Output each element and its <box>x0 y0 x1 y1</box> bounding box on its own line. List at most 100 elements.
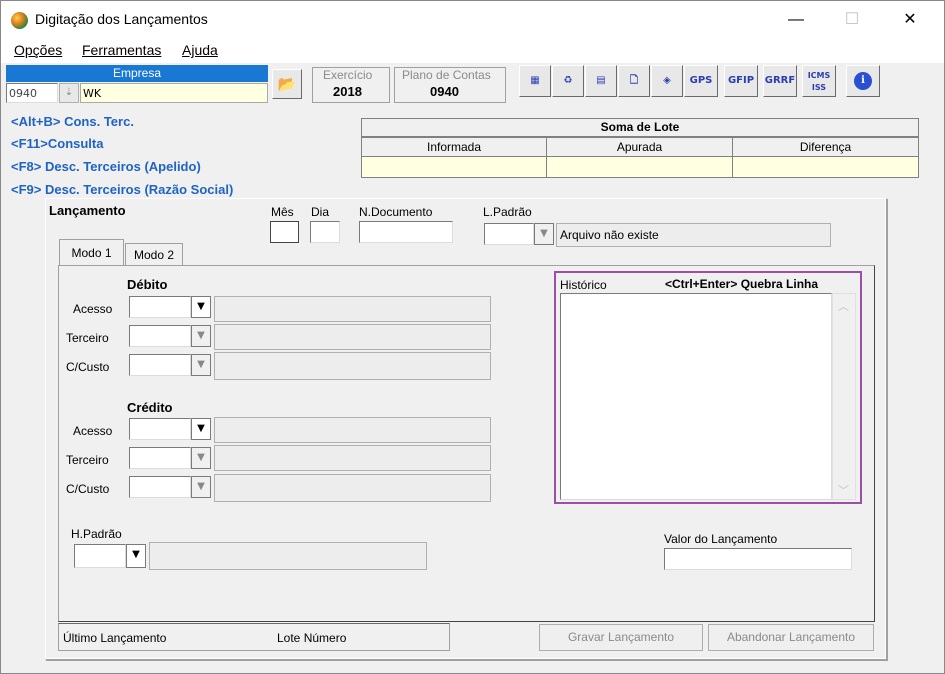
diamond-icon[interactable]: ◈ <box>651 65 683 97</box>
folder-open-icon[interactable]: 📂 <box>272 69 302 99</box>
credito-ccusto-dropdown-icon[interactable]: ▼ <box>191 476 211 498</box>
recycle-icon[interactable]: ♻ <box>552 65 584 97</box>
credito-acesso-input[interactable] <box>129 418 191 440</box>
soma-col-informada: Informada <box>361 137 547 157</box>
debito-ccusto-dropdown-icon[interactable]: ▼ <box>191 354 211 376</box>
lote-numero-label: Lote Número <box>277 631 347 645</box>
credito-ccusto-label: C/Custo <box>66 482 110 496</box>
dia-input[interactable] <box>310 221 340 243</box>
debito-ccusto-input[interactable] <box>129 354 191 376</box>
credito-terceiro-label: Terceiro <box>66 453 109 467</box>
mes-input[interactable] <box>270 221 299 243</box>
historico-textarea[interactable] <box>560 293 832 500</box>
credito-terceiro-dropdown-icon[interactable]: ▼ <box>191 447 211 469</box>
debito-acesso-desc <box>214 296 491 322</box>
close-button[interactable]: ✕ <box>887 1 933 39</box>
debito-ccusto-label: C/Custo <box>66 360 110 374</box>
hpadrao-label: H.Padrão <box>71 527 122 541</box>
credito-terceiro-input[interactable] <box>129 447 191 469</box>
soma-apurada-value <box>546 156 733 178</box>
gfip-button[interactable]: GFIP <box>724 65 758 97</box>
debito-acesso-dropdown-icon[interactable]: ▼ <box>191 296 211 318</box>
menu-bar: Opções Ferramentas Ajuda <box>1 39 944 63</box>
debito-title: Débito <box>127 277 168 292</box>
minimize-button[interactable]: — <box>773 1 819 39</box>
hpadrao-dropdown-icon[interactable]: ▼ <box>126 544 146 568</box>
lancamento-tool-icon[interactable]: ▦ <box>519 65 551 97</box>
arquivo-status-text: Arquivo não existe <box>560 228 659 242</box>
valor-input[interactable] <box>664 548 852 570</box>
grrf-button[interactable]: GRRF <box>763 65 797 97</box>
empresa-name-field[interactable]: WK <box>80 83 268 103</box>
historico-scrollbar[interactable]: ︿ ﹀ <box>832 293 856 500</box>
credito-acesso-label: Acesso <box>73 424 113 438</box>
menu-ferramentas[interactable]: Ferramentas <box>82 42 161 58</box>
debito-ccusto-desc <box>214 352 491 380</box>
shortcut-f11[interactable]: <F11>Consulta <box>11 136 103 151</box>
tab-modo-2-label: Modo 2 <box>133 248 175 262</box>
info-button[interactable]: i <box>846 65 880 97</box>
ndoc-input[interactable] <box>359 221 453 243</box>
menu-ajuda[interactable]: Ajuda <box>182 42 218 58</box>
valor-label: Valor do Lançamento <box>664 532 778 546</box>
title-bar: Digitação dos Lançamentos — ☐ ✕ <box>1 1 944 39</box>
hpadrao-desc <box>149 542 427 570</box>
tab-modo-1[interactable]: Modo 1 <box>59 239 124 266</box>
mes-label: Mês <box>271 205 294 219</box>
icms-iss-button[interactable]: ICMS ISS <box>802 65 836 97</box>
status-panel: Último Lançamento Lote Número <box>58 623 450 651</box>
shortcut-f9[interactable]: <F9> Desc. Terceiros (Razão Social) <box>11 182 233 197</box>
exercicio-value: 2018 <box>333 84 362 99</box>
report-icon[interactable]: ▤ <box>585 65 617 97</box>
debito-terceiro-desc <box>214 324 491 350</box>
lancamento-title: Lançamento <box>49 203 126 218</box>
debito-terceiro-input[interactable] <box>129 325 191 347</box>
debito-acesso-label: Acesso <box>73 302 113 316</box>
window-title: Digitação dos Lançamentos <box>35 11 208 27</box>
credito-ccusto-desc <box>214 474 491 502</box>
soma-col-diferenca: Diferença <box>732 137 919 157</box>
hpadrao-input[interactable] <box>74 544 126 568</box>
credito-acesso-desc <box>214 417 491 443</box>
app-globe-icon <box>11 12 28 29</box>
info-icon: i <box>854 72 872 90</box>
empresa-spin-icon[interactable]: ⇣ <box>59 83 79 103</box>
dia-label: Dia <box>311 205 330 219</box>
scroll-down-icon[interactable]: ﹀ <box>838 482 849 498</box>
menu-opcoes[interactable]: Opções <box>14 42 62 58</box>
main-window: Digitação dos Lançamentos — ☐ ✕ Opções F… <box>0 0 945 674</box>
shortcut-f8[interactable]: <F8> Desc. Terceiros (Apelido) <box>11 159 201 174</box>
arquivo-status: Arquivo não existe <box>556 223 831 247</box>
credito-acesso-dropdown-icon[interactable]: ▼ <box>191 418 211 440</box>
credito-ccusto-input[interactable] <box>129 476 191 498</box>
credito-title: Crédito <box>127 400 173 415</box>
lpadrao-input[interactable] <box>484 223 534 245</box>
empresa-code-field[interactable]: 0940 <box>6 83 58 103</box>
debito-terceiro-dropdown-icon[interactable]: ▼ <box>191 325 211 347</box>
soma-diferenca-value <box>732 156 919 178</box>
plano-label: Plano de Contas <box>402 68 491 82</box>
plano-value: 0940 <box>430 84 459 99</box>
debito-terceiro-label: Terceiro <box>66 331 109 345</box>
scroll-up-icon[interactable]: ︿ <box>838 298 849 314</box>
gravar-lancamento-button[interactable]: Gravar Lançamento <box>539 624 703 651</box>
empresa-header: Empresa <box>6 65 268 82</box>
shortcut-alt-b[interactable]: <Alt+B> Cons. Terc. <box>11 114 134 129</box>
credito-terceiro-desc <box>214 445 491 471</box>
soma-informada-value <box>361 156 547 178</box>
gps-button[interactable]: GPS <box>684 65 718 97</box>
soma-lote-title: Soma de Lote <box>361 118 919 137</box>
maximize-button[interactable]: ☐ <box>829 1 875 39</box>
ultimo-lancamento-label: Último Lançamento <box>63 631 167 645</box>
exercicio-box: Exercício 2018 <box>312 67 390 103</box>
exercicio-label: Exercício <box>323 68 373 82</box>
historico-label: Histórico <box>560 278 607 292</box>
tab-modo-2[interactable]: Modo 2 <box>125 243 183 266</box>
lpadrao-dropdown-icon[interactable]: ▼ <box>534 223 554 245</box>
lpadrao-label: L.Padrão <box>483 205 532 219</box>
abandonar-lancamento-button[interactable]: Abandonar Lançamento <box>708 624 874 651</box>
tab-modo-1-label: Modo 1 <box>71 246 112 260</box>
soma-col-apurada: Apurada <box>546 137 733 157</box>
document-icon[interactable]: 🗋 <box>618 65 650 97</box>
debito-acesso-input[interactable] <box>129 296 191 318</box>
